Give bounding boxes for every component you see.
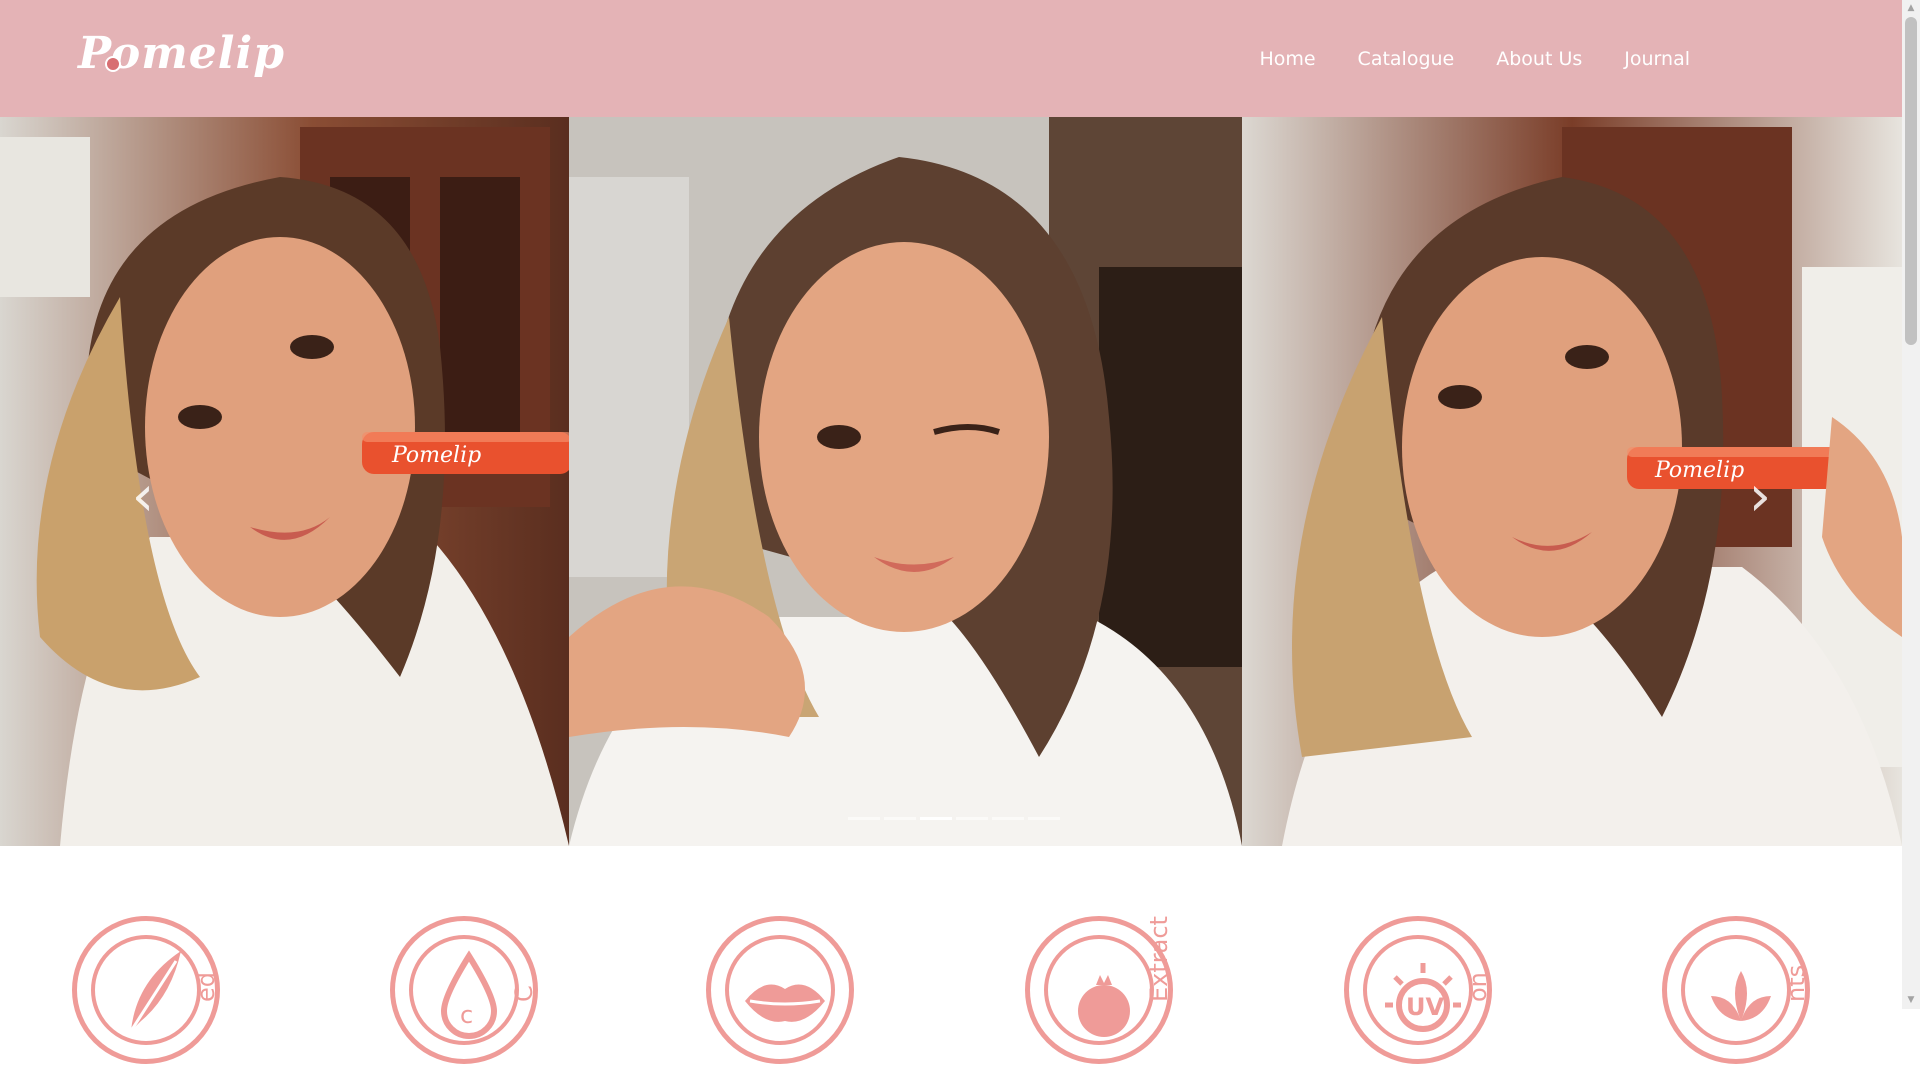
feature-label: ed <box>192 972 220 1002</box>
feature-item <box>706 916 906 1076</box>
svg-text:Pomelip: Pomelip <box>1654 458 1744 483</box>
vitamin-c-drop-icon: c <box>440 950 498 1039</box>
nav-home-link[interactable]: Home <box>1259 48 1315 70</box>
slide-3-photo: Pomelip <box>1242 117 1902 846</box>
pomegranate-icon <box>1078 975 1130 1037</box>
feature-label: nts <box>1782 964 1810 1002</box>
carousel-indicators <box>848 817 1060 820</box>
svg-text:UV: UV <box>1406 993 1444 1021</box>
svg-text:c: c <box>460 1001 473 1029</box>
carousel-indicator[interactable] <box>884 817 916 820</box>
main-nav: Home Catalogue About Us Journal <box>1259 0 1690 117</box>
feature-item: UV on <box>1344 916 1544 1076</box>
feather-icon <box>129 951 181 1032</box>
scrollbar-thumb[interactable] <box>1905 17 1917 345</box>
feature-label: on <box>1464 972 1492 1002</box>
leaf-icon <box>1711 971 1771 1021</box>
svg-text:Pomelip: Pomelip <box>391 443 481 468</box>
site-header: Pomelip Home Catalogue About Us Journal <box>0 0 1902 117</box>
slide-2-photo <box>569 117 1242 846</box>
feature-item: Extract <box>1025 916 1225 1076</box>
feature-item: nts <box>1662 916 1862 1076</box>
carousel-indicator[interactable] <box>992 817 1024 820</box>
carousel-prev-button[interactable]: ‹ <box>118 462 168 532</box>
nav-catalogue-link[interactable]: Catalogue <box>1358 48 1455 70</box>
brand-logo[interactable]: Pomelip <box>78 24 284 102</box>
product-features: ed c C Extract UV on nts <box>0 846 1902 1064</box>
carousel-slide-3: Pomelip <box>1242 117 1902 846</box>
carousel-indicator[interactable] <box>1028 817 1060 820</box>
feature-item: c C <box>390 916 590 1076</box>
scroll-down-arrow-icon[interactable]: ▼ <box>1902 992 1920 1009</box>
carousel-slide-2 <box>569 117 1242 846</box>
scroll-up-arrow-icon[interactable]: ▲ <box>1902 0 1920 17</box>
carousel-next-button[interactable]: › <box>1735 462 1785 532</box>
carousel-slide-1: Pomelip <box>0 117 569 846</box>
page-scrollbar[interactable]: ▲ ▼ <box>1902 0 1920 1009</box>
nav-about-us-link[interactable]: About Us <box>1496 48 1582 70</box>
carousel-indicator-active[interactable] <box>920 817 952 820</box>
carousel-indicator[interactable] <box>956 817 988 820</box>
pomegranate-dot-icon <box>105 56 121 72</box>
hero-carousel: Pomelip Pomelip ‹ › <box>0 117 1902 846</box>
nav-journal-link[interactable]: Journal <box>1624 48 1690 70</box>
feature-badge <box>706 916 854 1064</box>
uv-protection-icon: UV <box>1385 963 1461 1032</box>
slide-1-photo: Pomelip <box>0 117 569 846</box>
feature-item: ed <box>72 916 272 1076</box>
feature-label: Extract <box>1145 916 1173 1002</box>
feature-label: C <box>510 985 538 1002</box>
carousel-indicator[interactable] <box>848 817 880 820</box>
lips-icon <box>745 984 825 1022</box>
